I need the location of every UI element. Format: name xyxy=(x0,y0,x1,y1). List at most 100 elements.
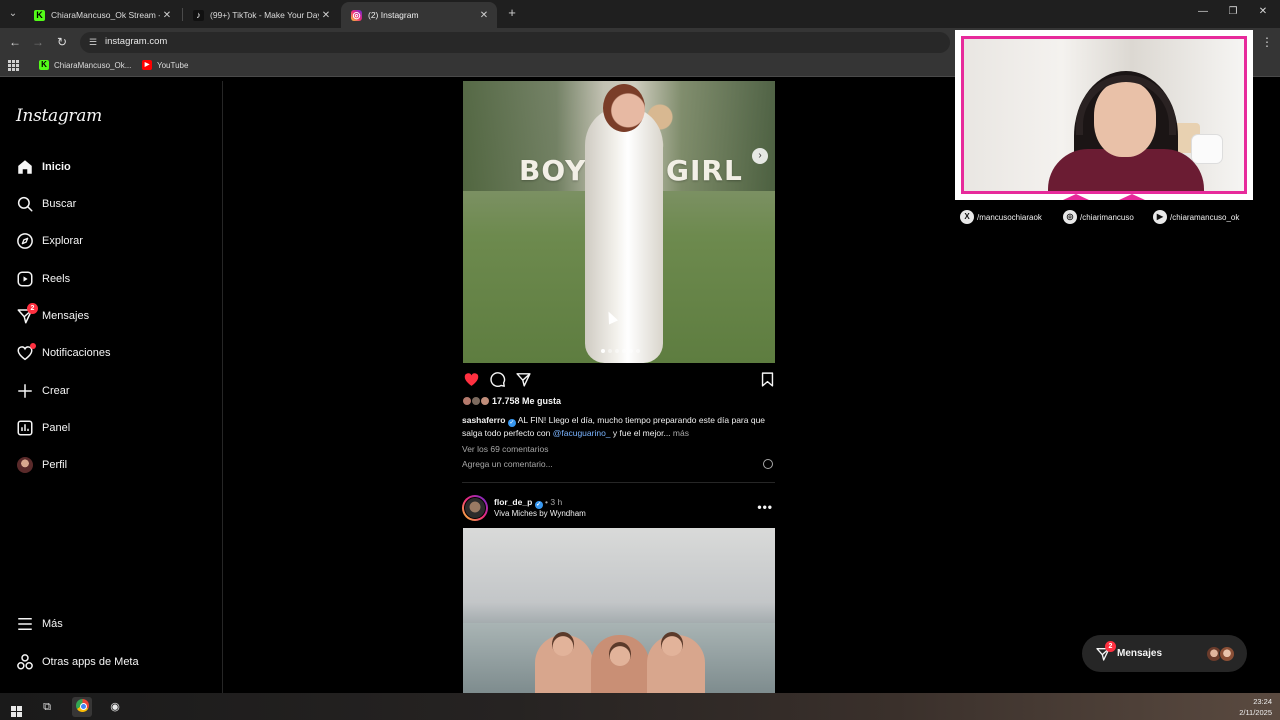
post-location[interactable]: Viva Miches by Wyndham xyxy=(494,509,586,518)
nav-perfil[interactable]: Perfil xyxy=(16,453,67,477)
heart-icon xyxy=(16,343,36,362)
home-icon xyxy=(16,158,34,176)
nav-label: Notificaciones xyxy=(42,347,111,359)
tab-close-icon[interactable]: ✕ xyxy=(160,10,174,21)
caption-text-end: y fue el mejor... xyxy=(612,428,671,438)
tab-close-icon[interactable]: ✕ xyxy=(477,10,491,21)
nav-mas[interactable]: Más xyxy=(16,612,63,636)
view-comments-link[interactable]: Ver los 69 comentarios xyxy=(462,444,548,454)
restore-icon[interactable]: ❐ xyxy=(1226,6,1240,17)
nav-inicio[interactable]: Inicio xyxy=(16,155,71,179)
add-comment-placeholder: Agrega un comentario... xyxy=(462,459,553,469)
liker-avatar xyxy=(472,397,480,405)
nav-label: Perfil xyxy=(42,459,68,471)
verified-badge-icon: ✓ xyxy=(534,501,543,509)
system-clock[interactable]: 23:24 2/11/2025 xyxy=(1239,696,1272,718)
back-icon[interactable]: ← xyxy=(7,34,23,50)
clock-time: 23:24 xyxy=(1253,697,1272,706)
post-time: 3 h xyxy=(550,497,563,507)
address-bar[interactable]: ☰ instagram.com xyxy=(80,32,950,53)
windows-start-icon[interactable] xyxy=(6,697,26,717)
nav-reels[interactable]: Reels xyxy=(16,267,70,291)
tab-title: (99+) TikTok - Make Your Day xyxy=(210,10,319,20)
webcam-frame xyxy=(961,36,1247,194)
url-text: instagram.com xyxy=(105,36,168,47)
social-handle: /chiarimancuso xyxy=(1080,212,1134,222)
close-window-icon[interactable]: ✕ xyxy=(1256,6,1270,17)
nav-explorar[interactable]: Explorar xyxy=(16,229,83,253)
messages-floating-button[interactable]: 2 Mensajes xyxy=(1082,635,1247,672)
nav-label: Crear xyxy=(42,385,70,397)
nav-crear[interactable]: Crear xyxy=(16,379,70,403)
emoji-icon[interactable] xyxy=(763,459,773,469)
social-instagram: ◎ /chiarimancuso xyxy=(1063,210,1134,224)
unread-badge: 2 xyxy=(27,303,38,314)
caption-mention[interactable]: @facuguarino_ xyxy=(553,428,611,438)
bookmark-kick[interactable]: K ChiaraMancuso_Ok... xyxy=(39,60,131,70)
messenger-icon: 2 xyxy=(1095,641,1116,662)
post-username[interactable]: flor_de_p xyxy=(494,497,532,507)
chrome-taskbar-icon[interactable] xyxy=(72,697,92,717)
instagram-sidebar: Instagram Inicio Buscar Explorar Reels 2… xyxy=(0,81,223,693)
caption-more-link[interactable]: más xyxy=(673,428,689,438)
post-image[interactable]: BOY GIRL › xyxy=(463,81,775,363)
story-avatar[interactable] xyxy=(462,495,488,521)
kick-icon: K xyxy=(34,9,45,21)
like-heart-icon[interactable] xyxy=(463,371,480,388)
nav-notificaciones[interactable]: Notificaciones xyxy=(16,341,110,365)
webcam-headphones xyxy=(1076,75,1176,135)
instagram-icon: ◎ xyxy=(351,9,362,21)
liker-avatar xyxy=(463,397,471,405)
task-view-icon[interactable]: ⧉ xyxy=(37,697,57,717)
youtube-icon: ▶ xyxy=(1153,210,1167,224)
social-handle: /chiaramancuso_ok xyxy=(1170,212,1240,222)
minimize-icon[interactable]: — xyxy=(1196,6,1210,17)
messages-label: Mensajes xyxy=(1117,648,1163,659)
share-icon[interactable] xyxy=(515,371,532,388)
add-comment-input[interactable]: Agrega un comentario... xyxy=(462,459,775,469)
post-image-person xyxy=(585,106,663,363)
profile-avatar xyxy=(16,456,34,474)
x-icon: X xyxy=(960,210,974,224)
bookmark-label: YouTube xyxy=(157,60,189,70)
comment-icon[interactable] xyxy=(489,371,506,388)
verified-badge-icon: ✓ xyxy=(507,419,516,427)
bookmark-icon[interactable] xyxy=(759,371,776,388)
tab-instagram[interactable]: ◎ (2) Instagram ✕ xyxy=(341,2,497,28)
nav-label: Otras apps de Meta xyxy=(42,656,139,668)
post-divider xyxy=(462,482,775,483)
nav-label: Panel xyxy=(42,422,71,434)
tab-tiktok[interactable]: ♪ (99+) TikTok - Make Your Day ✕ xyxy=(183,2,339,28)
bookmark-youtube[interactable]: ▶ YouTube xyxy=(142,60,188,70)
instagram-logo[interactable]: Instagram xyxy=(16,106,102,126)
post-options-icon[interactable]: ••• xyxy=(757,500,773,514)
reload-icon[interactable]: ↻ xyxy=(54,34,70,50)
site-info-icon[interactable]: ☰ xyxy=(87,36,99,48)
social-youtube: ▶ /chiaramancuso_ok xyxy=(1153,210,1239,224)
likes-count[interactable]: 17.758 Me gusta xyxy=(463,396,561,406)
nav-panel[interactable]: Panel xyxy=(16,416,70,440)
bookmark-label: ChiaraMancuso_Ok... xyxy=(54,60,132,70)
forward-icon[interactable]: → xyxy=(30,34,46,50)
tab-search-icon[interactable]: ⌄ xyxy=(4,5,22,23)
social-handle: /mancusochiaraok xyxy=(977,212,1042,222)
nav-otras-apps[interactable]: Otras apps de Meta xyxy=(16,650,139,674)
nav-label: Explorar xyxy=(42,235,83,247)
obs-taskbar-icon[interactable]: ◉ xyxy=(105,697,125,717)
apps-grid-icon[interactable] xyxy=(8,60,19,71)
nav-mensajes[interactable]: 2 Mensajes xyxy=(16,303,89,328)
new-tab-button[interactable]: + xyxy=(505,6,519,20)
carousel-next-icon[interactable]: › xyxy=(752,148,768,164)
tiktok-icon: ♪ xyxy=(193,9,204,21)
browser-menu-icon[interactable]: ⋮ xyxy=(1261,35,1273,49)
search-icon xyxy=(16,195,34,213)
carousel-indicator xyxy=(601,349,640,353)
tab-kick-stream[interactable]: K ChiaraMancuso_Ok Stream - W ✕ xyxy=(24,2,180,28)
post-image[interactable] xyxy=(463,528,775,693)
post-username-line: flor_de_p ✓ • 3 h xyxy=(494,497,563,509)
tab-close-icon[interactable]: ✕ xyxy=(319,10,333,21)
nav-buscar[interactable]: Buscar xyxy=(16,192,76,216)
overlay-decoration xyxy=(1119,194,1145,200)
caption-username[interactable]: sashaferro xyxy=(462,415,505,425)
post-caption: sashaferro ✓ AL FIN! Llego el día, mucho… xyxy=(462,414,777,439)
